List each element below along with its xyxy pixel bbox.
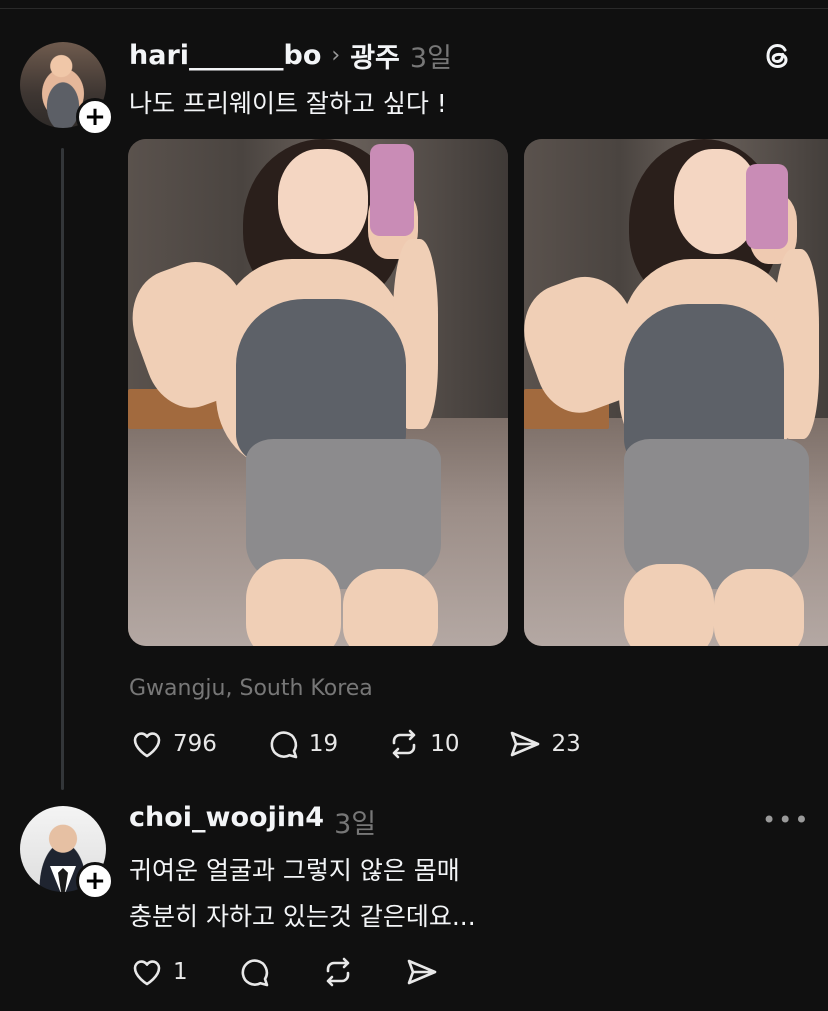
- send-icon: [511, 731, 540, 757]
- reply-time: 3일: [334, 809, 377, 840]
- send-icon: [407, 959, 436, 985]
- post-username[interactable]: hari_______bo: [129, 40, 321, 71]
- reply-line-1: 귀여운 얼굴과 그렇지 않은 몸매: [129, 856, 460, 885]
- top-divider: [0, 8, 828, 9]
- repost-button[interactable]: [320, 954, 356, 990]
- reply-username[interactable]: choi_woojin4: [129, 802, 324, 841]
- repost-count: 10: [430, 731, 460, 757]
- follow-plus-icon[interactable]: +: [76, 98, 114, 136]
- like-button[interactable]: 796: [129, 726, 217, 762]
- heart-icon: [133, 960, 161, 986]
- chevron-right-icon: ›: [331, 43, 341, 68]
- repost-icon: [326, 957, 349, 987]
- post-photo-2[interactable]: [524, 139, 828, 646]
- reply-button[interactable]: 19: [265, 726, 338, 762]
- reply-line-2: 충분히 자하고 있는것 같은데요...: [129, 902, 476, 931]
- comment-icon: [241, 959, 268, 987]
- reply-actions: 1: [129, 954, 440, 990]
- post-time: 3일: [409, 43, 452, 74]
- share-button[interactable]: [404, 954, 440, 990]
- thread-connector-line: [61, 148, 64, 790]
- comment-icon: [270, 731, 298, 759]
- location-tag[interactable]: 광주: [350, 36, 400, 75]
- heart-icon: [133, 732, 161, 758]
- repost-button[interactable]: 10: [386, 726, 459, 762]
- post-header: hari_______bo › 광주 3일: [129, 36, 452, 75]
- like-count: 1: [173, 959, 188, 985]
- reply-count: 19: [308, 731, 339, 757]
- post-location[interactable]: Gwangju, South Korea: [129, 676, 373, 701]
- threads-logo-icon[interactable]: [758, 36, 798, 76]
- like-button[interactable]: 1: [129, 954, 188, 990]
- reply-header: choi_woojin4 3일: [129, 802, 376, 841]
- follow-plus-icon[interactable]: +: [76, 862, 114, 900]
- reply-text: 귀여운 얼굴과 그렇지 않은 몸매 충분히 자하고 있는것 같은데요...: [129, 848, 476, 940]
- repost-icon: [392, 729, 416, 759]
- reply-button[interactable]: [236, 954, 272, 990]
- like-count: 796: [173, 731, 217, 757]
- share-count: 23: [551, 731, 581, 757]
- post-actions: 796 19 10 23: [129, 726, 581, 762]
- share-button[interactable]: 23: [507, 726, 581, 762]
- more-options-icon[interactable]: •••: [762, 806, 810, 834]
- post-photo-1[interactable]: [128, 139, 508, 646]
- post-text: 나도 프리웨이트 잘하고 싶다 !: [129, 89, 447, 118]
